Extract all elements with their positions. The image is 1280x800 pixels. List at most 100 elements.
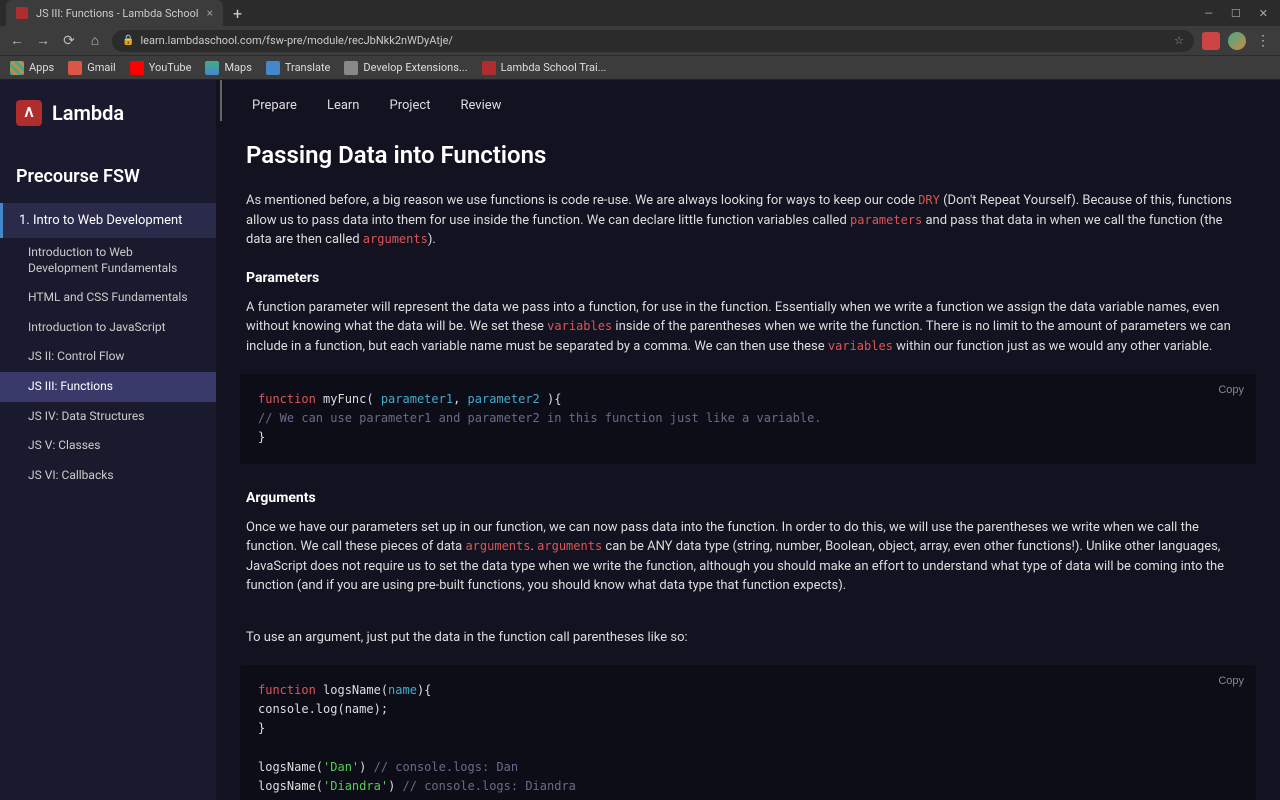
puzzle-icon [344,61,358,75]
intro-paragraph: As mentioned before, a big reason we use… [216,185,1280,256]
bookmarks-bar: Apps Gmail YouTube Maps Translate Develo… [0,56,1280,80]
comment: // console.logs: Dan [374,760,519,774]
brand[interactable]: Λ Lambda [0,80,216,136]
fn: logsName( [316,683,388,697]
window-controls: — ☐ ✕ [1204,7,1280,20]
arguments-paragraph-2: To use an argument, just put the data in… [216,622,1280,654]
text: ){ [540,392,562,406]
bookmark-youtube[interactable]: YouTube [130,61,192,75]
comment: // We can use parameter1 and parameter2 … [258,409,1238,428]
lesson-intro-web-dev[interactable]: Introduction to Web Development Fundamen… [0,238,216,283]
bm-label: Maps [224,61,251,74]
page-heading: Passing Data into Functions [216,121,1280,185]
text: logsName( [258,760,323,774]
extension-icon[interactable] [1202,32,1220,50]
bookmark-lambda-training[interactable]: Lambda School Trai... [482,61,607,75]
code-variables: variables [828,339,893,353]
maps-icon [205,61,219,75]
bm-label: Lambda School Trai... [501,61,607,74]
gmail-icon [68,61,82,75]
back-button[interactable]: ← [8,32,26,49]
text: ){ [417,683,431,697]
bookmark-develop-extensions[interactable]: Develop Extensions... [344,61,467,75]
code-arguments: arguments [363,232,428,246]
bm-label: Gmail [87,61,115,74]
lesson-js5[interactable]: JS V: Classes [0,431,216,461]
tab-close-icon[interactable]: × [207,6,213,20]
string: 'Dan' [323,760,359,774]
text: ). [428,232,436,247]
text: ) [388,779,402,793]
text: ) [359,760,373,774]
sidebar: Λ Lambda Precourse FSW 1. Intro to Web D… [0,80,216,800]
code-parameters: parameters [850,213,922,227]
code-example-2: Copy function logsName(name){ console.lo… [240,665,1256,800]
browser-tab[interactable]: JS III: Functions - Lambda School × [6,0,223,26]
bm-label: YouTube [149,61,192,74]
menu-icon[interactable]: ⋮ [1254,33,1272,49]
favicon-icon [16,7,28,19]
maximize-icon[interactable]: ☐ [1231,7,1241,20]
code-arguments: arguments [465,539,530,553]
copy-button[interactable]: Copy [1218,673,1244,691]
tab-learn[interactable]: Learn [327,98,360,121]
lesson-js3[interactable]: JS III: Functions [0,372,216,402]
bm-label: Apps [29,61,54,74]
brand-name: Lambda [52,101,124,125]
text: } [258,428,1238,447]
fn: myFunc( [316,392,381,406]
bookmark-gmail[interactable]: Gmail [68,61,115,75]
tab-project[interactable]: Project [390,98,431,121]
lesson-intro-js[interactable]: Introduction to JavaScript [0,313,216,343]
kw: function [258,392,316,406]
address-bar[interactable]: 🔒 learn.lambdaschool.com/fsw-pre/module/… [112,30,1194,52]
parameters-paragraph: A function parameter will represent the … [216,292,1280,363]
text: As mentioned before, a big reason we use… [246,193,918,208]
bm-label: Translate [285,61,331,74]
copy-button[interactable]: Copy [1218,382,1244,400]
arguments-paragraph: Once we have our parameters set up in ou… [216,512,1280,602]
profile-avatar-icon[interactable] [1228,32,1246,50]
string: 'Diandra' [323,779,388,793]
reload-button[interactable]: ⟳ [60,33,78,49]
text: within our function just as we would any… [893,339,1212,354]
code-dry: DRY [918,193,940,207]
minimize-icon[interactable]: — [1204,7,1213,20]
content-tabs: Prepare Learn Project Review [220,80,1280,121]
browser-toolbar: ← → ⟳ ⌂ 🔒 learn.lambdaschool.com/fsw-pre… [0,26,1280,56]
tab-title: JS III: Functions - Lambda School [36,7,199,20]
lesson-js4[interactable]: JS IV: Data Structures [0,402,216,432]
code-variables: variables [547,319,612,333]
bookmark-apps[interactable]: Apps [10,61,54,75]
tab-review[interactable]: Review [460,98,501,121]
sidebar-unit[interactable]: 1. Intro to Web Development [0,203,216,238]
lesson-js6[interactable]: JS VI: Callbacks [0,461,216,491]
text: console.log(name); [258,700,1238,719]
translate-icon [266,61,280,75]
text: } [258,719,1238,738]
bookmark-translate[interactable]: Translate [266,61,331,75]
lesson-html-css[interactable]: HTML and CSS Fundamentals [0,283,216,313]
tab-prepare[interactable]: Prepare [252,98,297,121]
bookmark-maps[interactable]: Maps [205,61,251,75]
star-icon[interactable]: ☆ [1174,34,1184,47]
main-content: Prepare Learn Project Review Passing Dat… [216,80,1280,800]
new-tab-button[interactable]: + [223,4,252,23]
kw: function [258,683,316,697]
page-body: Λ Lambda Precourse FSW 1. Intro to Web D… [0,80,1280,800]
lesson-js2[interactable]: JS II: Control Flow [0,342,216,372]
url-text: learn.lambdaschool.com/fsw-pre/module/re… [140,34,453,47]
text: logsName( [258,779,323,793]
comment: // console.logs: Diandra [403,779,576,793]
course-title: Precourse FSW [0,136,216,203]
home-button[interactable]: ⌂ [86,32,104,49]
text: , [453,392,467,406]
brand-logo-icon: Λ [16,100,42,126]
close-icon[interactable]: ✕ [1259,7,1268,20]
apps-icon [10,61,24,75]
forward-button[interactable]: → [34,32,52,49]
param: parameter2 [468,392,540,406]
code-example-1: Copy function myFunc( parameter1, parame… [240,374,1256,464]
youtube-icon [130,61,144,75]
subhead-arguments: Arguments [216,476,1280,512]
